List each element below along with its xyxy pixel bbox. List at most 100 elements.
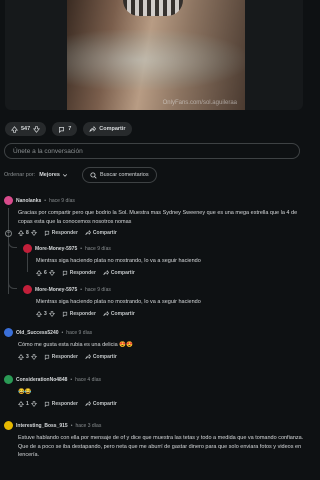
avatar[interactable] — [4, 196, 13, 205]
join-conversation-input[interactable]: Únete a la conversación — [4, 143, 300, 159]
share-button[interactable]: Compartir — [85, 353, 117, 360]
share-label: Compartir — [92, 400, 117, 407]
comment-icon — [44, 230, 49, 236]
comment-icon — [62, 311, 67, 317]
sort-label: Ordenar por: — [4, 172, 36, 178]
upvote-icon[interactable] — [18, 400, 24, 407]
share-button[interactable]: Compartir — [103, 269, 135, 276]
search-comments-label: Buscar comentarios — [99, 172, 149, 178]
comments-pill[interactable]: 7 — [52, 122, 78, 136]
vote-count: 3 — [44, 310, 47, 317]
vote-count: 547 — [21, 126, 31, 132]
comment: ConsiderationNo4848 • hace 4 días 😂😂 1 R… — [4, 375, 304, 407]
reply-button[interactable]: Responder — [44, 354, 78, 360]
striped-garment — [123, 0, 183, 16]
sort-select[interactable]: Mejores — [39, 172, 68, 178]
upvote-icon[interactable] — [18, 353, 24, 360]
comment-icon — [59, 126, 65, 133]
thread-elbow — [8, 280, 17, 289]
separator: • — [80, 245, 82, 252]
sort-value: Mejores — [39, 172, 60, 178]
separator: • — [61, 329, 64, 336]
upvote-icon[interactable] — [11, 125, 18, 133]
search-icon — [90, 171, 97, 179]
share-button[interactable]: Compartir — [103, 310, 135, 317]
comment: Interesting_Boss_915 • hace 3 días Estuv… — [4, 421, 304, 460]
comment-header: ConsiderationNo4848 • hace 4 días — [4, 375, 304, 384]
collapse-thread-icon[interactable]: − — [5, 230, 12, 237]
post-media[interactable]: OnlyFans.com/sol.aguileraa — [5, 0, 303, 110]
comment-time: hace 9 días — [85, 286, 111, 293]
downvote-icon[interactable] — [30, 400, 37, 407]
avatar[interactable] — [4, 421, 13, 430]
avatar[interactable] — [4, 375, 13, 384]
downvote-icon[interactable] — [30, 353, 37, 360]
separator: • — [70, 422, 73, 429]
downvote-icon[interactable] — [48, 310, 55, 317]
vote-count: 8 — [26, 230, 29, 236]
reply-label: Responder — [51, 400, 78, 407]
comment-icon — [62, 270, 67, 276]
comment-actions: 3 Responder Compartir — [18, 353, 304, 360]
share-button[interactable]: Compartir — [83, 122, 132, 136]
comment-text: Mientras siga haciendo plata no mostrand… — [36, 299, 201, 305]
avatar[interactable] — [23, 285, 32, 294]
comment-author[interactable]: Nanolanks — [16, 198, 41, 204]
vote-pill[interactable]: 547 — [5, 122, 47, 136]
vote-controls: 3 — [36, 311, 55, 317]
comment-actions: 3 Responder Compartir — [36, 310, 303, 317]
reply-label: Responder — [69, 269, 96, 276]
avatar[interactable] — [4, 328, 13, 337]
reply-button[interactable]: Responder — [44, 401, 78, 407]
separator: • — [44, 197, 47, 204]
upvote-icon[interactable] — [36, 269, 42, 276]
comment-header: Interesting_Boss_915 • hace 3 días — [4, 421, 304, 430]
vote-controls: 3 — [18, 354, 37, 360]
post-actions: 547 7 Compartir — [5, 122, 132, 136]
comment: Old_Success5240 • hace 9 días Cómo me gu… — [4, 328, 304, 360]
share-icon — [85, 230, 91, 235]
share-label: Compartir — [99, 126, 126, 132]
share-button[interactable]: Compartir — [85, 400, 117, 407]
comment: Nanolanks • hace 9 días Gracias por comp… — [4, 196, 304, 236]
comment-text: Gracias por compartir pero que bodrio la… — [18, 210, 298, 225]
upvote-icon[interactable] — [36, 310, 42, 317]
avatar[interactable] — [23, 244, 32, 253]
upvote-icon[interactable] — [18, 230, 24, 236]
watermark: OnlyFans.com/sol.aguileraa — [162, 100, 237, 106]
comment-author[interactable]: Interesting_Boss_915 — [16, 423, 68, 429]
downvote-icon[interactable] — [48, 269, 55, 276]
comment-actions: 8 Responder Compartir — [18, 230, 304, 236]
water-splash — [67, 30, 245, 90]
comment-author[interactable]: Old_Success5240 — [16, 330, 59, 336]
share-icon — [103, 269, 109, 275]
vote-controls: 1 — [18, 401, 37, 407]
comment-author[interactable]: More-Money-5975 — [35, 287, 77, 293]
comment-icon — [44, 401, 49, 407]
chevron-down-icon — [62, 174, 68, 177]
comment-count: 7 — [68, 126, 72, 132]
share-icon — [85, 400, 91, 406]
vote-controls: 8 — [18, 230, 37, 236]
reply-label: Responder — [51, 230, 78, 236]
downvote-icon[interactable] — [33, 125, 41, 133]
reply-button[interactable]: Responder — [62, 270, 96, 276]
thread-elbow — [8, 239, 17, 248]
reply-label: Responder — [51, 353, 78, 360]
vote-controls: 6 — [36, 270, 55, 276]
comment-actions: 6 Responder Compartir — [36, 269, 303, 276]
comment-time: hace 9 días — [85, 245, 111, 252]
vote-count: 1 — [26, 400, 29, 407]
comment-author[interactable]: More-Money-5975 — [35, 246, 77, 252]
comment-icon — [44, 354, 49, 360]
reply-button[interactable]: Responder — [44, 230, 78, 236]
share-label: Compartir — [92, 353, 117, 360]
separator: • — [70, 376, 73, 383]
downvote-icon[interactable] — [30, 230, 37, 236]
comment-time: hace 3 días — [75, 422, 102, 429]
comment-author[interactable]: ConsiderationNo4848 — [16, 377, 67, 383]
share-button[interactable]: Compartir — [85, 230, 117, 236]
comment-time: hace 4 días — [75, 376, 102, 383]
reply-button[interactable]: Responder — [62, 311, 96, 317]
search-comments-button[interactable]: Buscar comentarios — [81, 167, 157, 183]
